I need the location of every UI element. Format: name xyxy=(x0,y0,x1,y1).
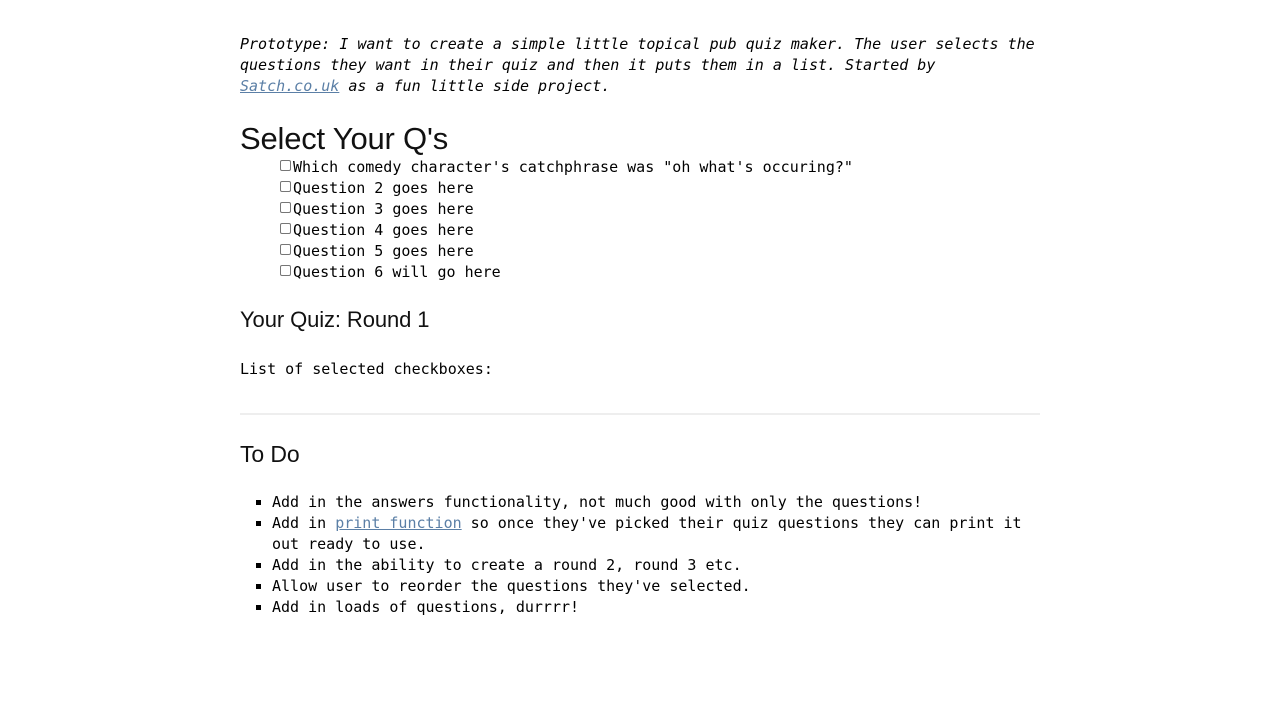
question-label-3: Question 3 goes here xyxy=(293,200,474,218)
print-function-link[interactable]: print function xyxy=(335,514,461,532)
section-divider xyxy=(240,413,1040,415)
todo-text-4: Allow user to reorder the questions they… xyxy=(272,577,751,595)
question-label-6: Question 6 will go here xyxy=(293,263,501,281)
list-item: Add in loads of questions, durrrr! xyxy=(272,597,1040,618)
question-label-2: Question 2 goes here xyxy=(293,179,474,197)
list-item[interactable]: Question 2 goes here xyxy=(280,178,1040,199)
list-item[interactable]: Question 6 will go here xyxy=(280,262,1040,283)
list-item[interactable]: Question 5 goes here xyxy=(280,241,1040,262)
todo-text-2-before: Add in xyxy=(272,514,336,532)
question-checkbox-1[interactable] xyxy=(280,160,291,171)
question-checkbox-list: Which comedy character's catchphrase was… xyxy=(240,157,1040,283)
quiz-section: Your Quiz: Round 1 List of selected chec… xyxy=(240,307,1040,380)
list-item[interactable]: Question 4 goes here xyxy=(280,220,1040,241)
selected-checkboxes-label: List of selected checkboxes: xyxy=(240,360,493,378)
list-item[interactable]: Which comedy character's catchphrase was… xyxy=(280,157,1040,178)
intro-text-after-link: as a fun little side project. xyxy=(339,77,611,95)
page-content: Prototype: I want to create a simple lit… xyxy=(240,0,1040,618)
question-checkbox-4[interactable] xyxy=(280,223,291,234)
list-item: Add in print function so once they've pi… xyxy=(272,513,1040,555)
question-label-5: Question 5 goes here xyxy=(293,242,474,260)
intro-text-before-link: Prototype: I want to create a simple lit… xyxy=(240,35,1035,74)
question-label-1: Which comedy character's catchphrase was… xyxy=(293,158,853,176)
todo-heading: To Do xyxy=(240,441,300,467)
intro-paragraph: Prototype: I want to create a simple lit… xyxy=(240,0,1040,97)
question-checkbox-3[interactable] xyxy=(280,202,291,213)
todo-text-1: Add in the answers functionality, not mu… xyxy=(272,493,923,511)
list-item: Add in the answers functionality, not mu… xyxy=(272,492,1040,513)
list-item[interactable]: Question 3 goes here xyxy=(280,199,1040,220)
question-checkbox-5[interactable] xyxy=(280,244,291,255)
page-title: Select Your Q's xyxy=(240,121,448,156)
todo-text-5: Add in loads of questions, durrrr! xyxy=(272,598,580,616)
todo-list: Add in the answers functionality, not mu… xyxy=(240,492,1040,618)
question-checkbox-2[interactable] xyxy=(280,181,291,192)
todo-text-3: Add in the ability to create a round 2, … xyxy=(272,556,742,574)
question-checkbox-6[interactable] xyxy=(280,265,291,276)
question-label-4: Question 4 goes here xyxy=(293,221,474,239)
quiz-round-heading: Your Quiz: Round 1 xyxy=(240,307,430,332)
satch-website-link[interactable]: Satch.co.uk xyxy=(240,77,339,95)
list-item: Allow user to reorder the questions they… xyxy=(272,576,1040,597)
list-item: Add in the ability to create a round 2, … xyxy=(272,555,1040,576)
